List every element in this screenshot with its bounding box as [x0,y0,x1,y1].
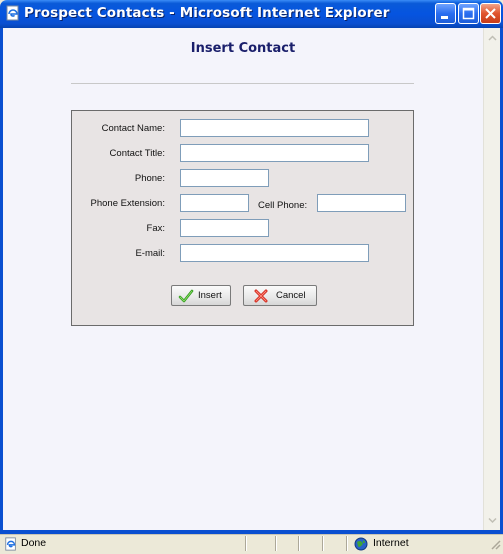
phone-extension-field[interactable] [180,194,249,212]
window-title: Prospect Contacts - Microsoft Internet E… [24,5,390,21]
ie-page-icon [4,537,18,554]
status-divider [245,536,246,551]
resize-grip-icon[interactable] [489,538,501,553]
status-divider [298,536,299,551]
close-icon [485,8,496,19]
fax-field[interactable] [180,219,269,237]
cell-phone-field[interactable] [317,194,406,212]
check-icon [178,289,194,303]
phone-field[interactable] [180,169,269,187]
phone-extension-label: Phone Extension: [90,198,165,209]
scroll-up-button[interactable] [485,30,500,46]
maximize-button[interactable] [458,3,479,24]
status-bar: Done Internet [0,534,503,552]
zone-text: Internet [373,537,409,549]
insert-button-label: Insert [198,290,222,301]
page-content: Insert Contact Contact Name: Contact Tit… [3,28,483,530]
vertical-scrollbar[interactable] [483,28,500,530]
status-divider [346,536,347,551]
page-heading: Insert Contact [190,41,296,56]
maximize-icon [462,7,475,20]
phone-label: Phone: [134,173,165,184]
status-text: Done [21,537,47,549]
status-divider [275,536,276,551]
insert-button[interactable]: Insert [171,285,231,306]
contact-name-label: Contact Name: [101,123,165,134]
insert-contact-form: Contact Name: Contact Title: Phone: Phon… [71,110,414,326]
email-field[interactable] [180,244,369,262]
scroll-down-button[interactable] [485,512,500,528]
title-bar[interactable]: Prospect Contacts - Microsoft Internet E… [0,0,503,28]
chevron-down-icon [488,517,497,524]
cancel-button-label: Cancel [276,290,306,301]
globe-icon [354,537,368,554]
status-divider [322,536,323,551]
close-button[interactable] [480,3,501,24]
cancel-button[interactable]: Cancel [243,285,317,306]
minimize-button[interactable] [435,3,456,24]
cell-phone-label: Cell Phone: [258,200,308,211]
contact-title-field[interactable] [180,144,369,162]
minimize-icon [441,16,448,19]
chevron-up-icon [488,35,497,41]
email-label: E-mail: [135,248,165,259]
divider [71,83,414,84]
contact-name-field[interactable] [180,119,369,137]
ie-page-icon[interactable] [5,5,21,21]
cancel-x-icon [254,289,268,303]
contact-title-label: Contact Title: [109,148,165,159]
fax-label: Fax: [146,223,165,234]
